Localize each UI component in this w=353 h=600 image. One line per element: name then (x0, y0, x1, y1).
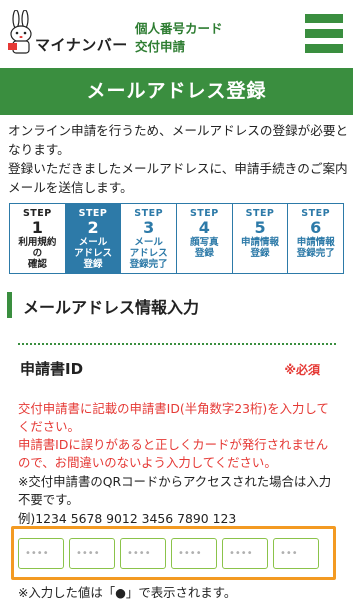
step-3: STEP 3 メール アドレス 登録完了 (121, 204, 178, 273)
step-number: 4 (198, 218, 210, 237)
step-name-line: 登録完了 (296, 248, 335, 259)
step-name: 顔写真 登録 (177, 237, 232, 259)
application-id-input-6[interactable] (273, 538, 319, 569)
masking-footnote: ※入力した値は「●」で表示されます。 (18, 585, 237, 600)
step-name-line: メール (134, 237, 163, 248)
qr-note: ※交付申請書のQRコードからアクセスされた場合は入力不要です。 (18, 474, 332, 507)
step-name: メール アドレス 登録 (66, 237, 121, 270)
section-title: メールアドレス情報入力 (23, 298, 200, 317)
step-name-line: 確認 (27, 259, 47, 270)
application-id-input-1[interactable] (18, 538, 64, 569)
section-heading: メールアドレス情報入力 (7, 288, 347, 322)
step-4: STEP 4 顔写真 登録 (177, 204, 233, 273)
step-name-line: アドレス (129, 248, 168, 259)
menu-bar-icon (305, 44, 343, 53)
step-name-line: 登録 (250, 248, 270, 259)
warning-line1: 交付申請書に記載の申請書ID(半角数字23桁)を入力してください。 (18, 401, 329, 434)
intro-text: オンライン申請を行うため、メールアドレスの登録が必要となります。 登録いただきま… (8, 121, 349, 197)
step-name-line: 顔写真 (190, 237, 219, 248)
step-name-line: 登録完了 (129, 259, 168, 270)
application-id-warning: 交付申請書に記載の申請書ID(半角数字23桁)を入力してください。 申請書IDに… (18, 400, 336, 472)
intro-line2: 登録いただきましたメールアドレスに、申請手続きのご案内メールを送信します。 (8, 161, 348, 195)
step-name-line: 申請情報 (296, 237, 335, 248)
step-name-line: 利用規約 (18, 237, 57, 248)
application-id-example: 例)1234 5678 9012 3456 7890 123 (18, 511, 237, 526)
application-id-label: 申請書ID (20, 360, 84, 378)
mascot-rabbit-icon (8, 10, 32, 54)
application-id-input-4[interactable] (171, 538, 217, 569)
step-number: 2 (87, 218, 99, 237)
step-indicator: STEP 1 利用規約 の 確認 STEP 2 メール アドレス 登録 STEP… (9, 203, 344, 274)
application-id-input-5[interactable] (222, 538, 268, 569)
step-number: 3 (143, 218, 155, 237)
menu-bar-icon (305, 29, 343, 38)
application-id-input-3[interactable] (120, 538, 166, 569)
application-id-input-group (11, 526, 336, 580)
header-subtitle: 個人番号カード 交付申請 (135, 20, 223, 56)
step-name-line: 登録 (194, 248, 214, 259)
step-2: STEP 2 メール アドレス 登録 (65, 204, 122, 273)
application-id-input-2[interactable] (69, 538, 115, 569)
header-subtitle-line2: 交付申請 (135, 39, 186, 54)
warning-line2: 申請書IDに誤りがあると正しくカードが発行されませんので、お間違いのないよう入力… (18, 437, 329, 470)
step-6: STEP 6 申請情報 登録完了 (288, 204, 343, 273)
step-name-line: 申請情報 (241, 237, 280, 248)
header-subtitle-line1: 個人番号カード (135, 21, 223, 36)
hamburger-menu-button[interactable] (305, 14, 343, 54)
logo-text: マイナンバー (35, 36, 128, 54)
site-header: マイナンバー 個人番号カード 交付申請 (0, 0, 353, 68)
step-name: 申請情報 登録 (233, 237, 288, 259)
page-title: メールアドレス登録 (0, 68, 353, 115)
step-number: 6 (310, 218, 322, 237)
step-name-line: 登録 (83, 259, 103, 270)
section-accent-bar (7, 292, 12, 318)
menu-bar-icon (305, 14, 343, 23)
step-1: STEP 1 利用規約 の 確認 (10, 204, 66, 273)
required-badge: ※必須 (284, 363, 320, 377)
step-number: 1 (31, 218, 43, 237)
step-name: 利用規約 の 確認 (10, 237, 65, 270)
step-name-line: アドレス (74, 248, 113, 259)
dotted-divider (18, 343, 336, 345)
intro-line1: オンライン申請を行うため、メールアドレスの登録が必要となります。 (8, 123, 349, 157)
step-5: STEP 5 申請情報 登録 (233, 204, 289, 273)
step-name: メール アドレス 登録完了 (121, 237, 176, 270)
step-name: 申請情報 登録完了 (288, 237, 343, 259)
step-name-line: メール (78, 237, 108, 248)
mynumber-logo[interactable]: マイナンバー (6, 10, 127, 58)
step-name-line: の (32, 248, 43, 259)
step-number: 5 (254, 218, 266, 237)
